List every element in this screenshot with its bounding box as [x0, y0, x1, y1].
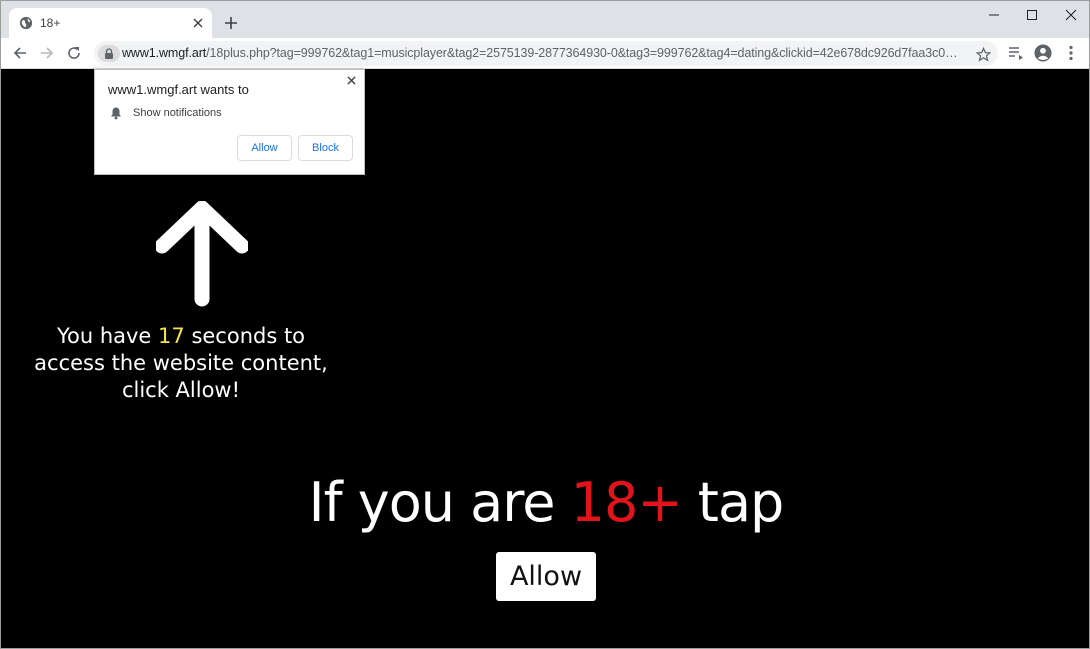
tab-title: 18+: [40, 16, 61, 30]
reload-icon[interactable]: [65, 44, 83, 62]
minimize-icon[interactable]: [982, 5, 1006, 25]
toolbar: www1.wmgf.art/18plus.php?tag=999762&tag1…: [1, 38, 1089, 69]
bookmark-star-icon[interactable]: [974, 45, 992, 63]
tab-close-icon[interactable]: [190, 15, 206, 31]
maximize-icon[interactable]: [1020, 5, 1044, 25]
new-tab-plus-icon[interactable]: [221, 13, 241, 33]
forward-arrow-icon[interactable]: [38, 44, 56, 62]
url-path: /18plus.php?tag=999762&tag1=musicplayer&…: [206, 46, 960, 60]
up-arrow-icon: [156, 201, 248, 307]
headline-post: tap: [681, 471, 785, 534]
bell-icon: [111, 107, 121, 120]
profile-avatar-icon[interactable]: [1034, 44, 1052, 62]
address-bar[interactable]: www1.wmgf.art/18plus.php?tag=999762&tag1…: [94, 41, 998, 66]
age-headline: If you are 18+ tap: [1, 471, 1089, 534]
close-window-icon[interactable]: [1059, 5, 1083, 25]
globe-icon: [19, 16, 33, 30]
back-arrow-icon[interactable]: [11, 44, 29, 62]
countdown-message: You have 17 seconds to access the websit…: [31, 323, 331, 404]
headline-highlight: 18+: [570, 471, 683, 534]
page-allow-button[interactable]: Allow: [496, 552, 596, 601]
popup-block-button[interactable]: Block: [298, 135, 353, 161]
url-text[interactable]: www1.wmgf.art/18plus.php?tag=999762&tag1…: [122, 46, 960, 60]
menu-kebab-icon[interactable]: [1062, 44, 1080, 62]
countdown-seconds: 17: [158, 324, 185, 348]
countdown-pre: You have: [56, 324, 159, 348]
popup-permission-label: Show notifications: [133, 107, 222, 119]
media-queue-icon[interactable]: [1007, 44, 1025, 62]
popup-allow-button[interactable]: Allow: [237, 135, 292, 161]
lock-icon[interactable]: [98, 45, 120, 62]
tab-strip: 18+: [1, 1, 1089, 38]
notification-permission-popup: www1.wmgf.art wants to Show notification…: [94, 69, 365, 175]
popup-title: www1.wmgf.art wants to: [108, 82, 249, 97]
browser-window: 18+ www1.wmgf.art/18plus.php?tag=999762&…: [0, 0, 1090, 649]
tab-active[interactable]: 18+: [9, 8, 212, 38]
url-domain: www1.wmgf.art: [122, 46, 207, 60]
headline-pre: If you are: [308, 471, 571, 534]
popup-close-icon[interactable]: [344, 73, 358, 87]
